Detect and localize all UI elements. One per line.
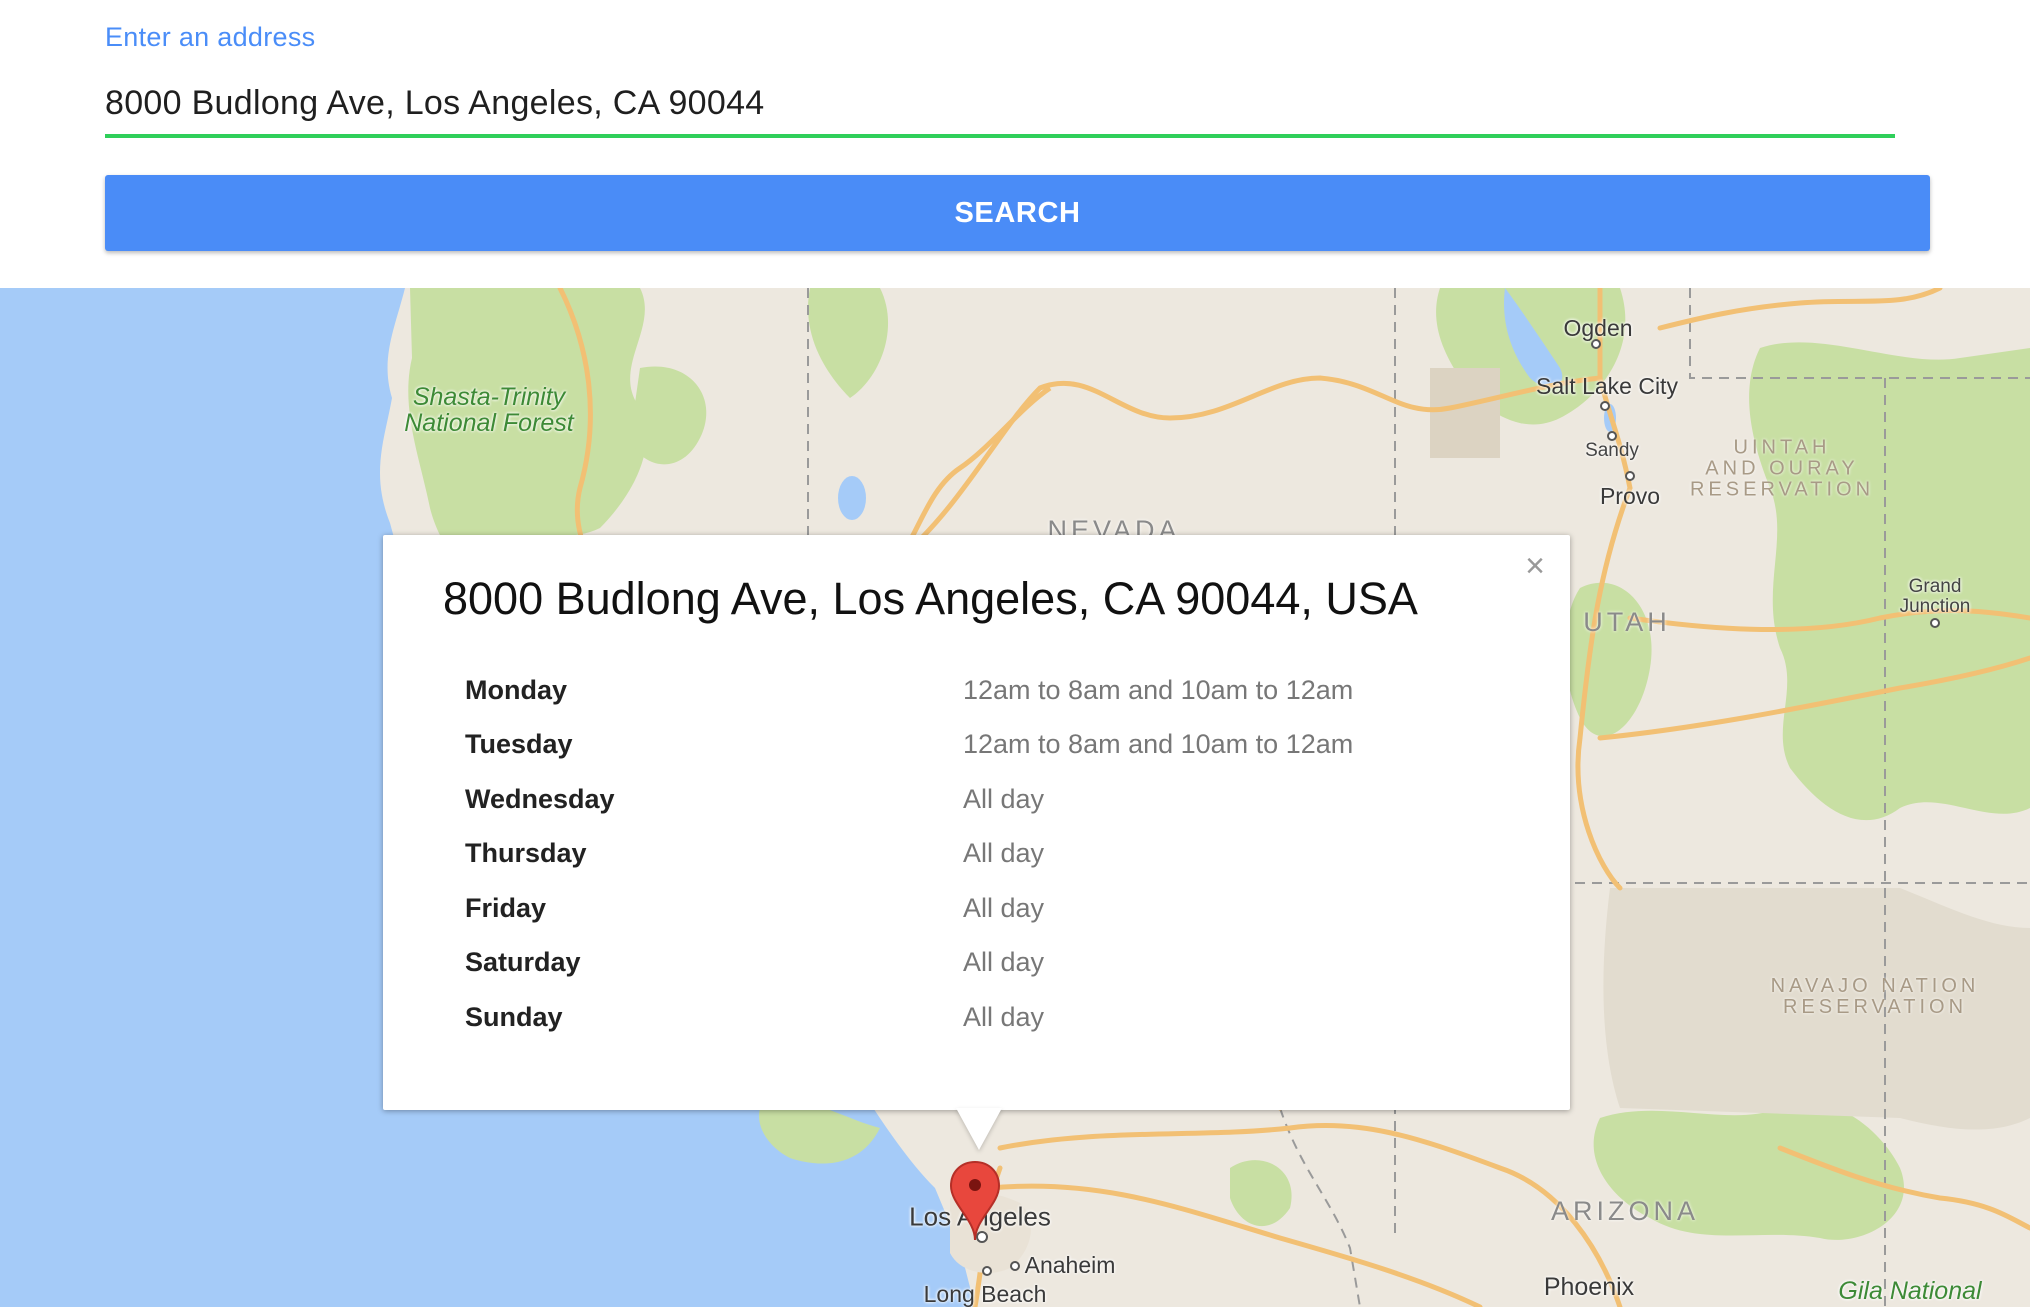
map-label-anaheim: Anaheim — [1024, 1251, 1116, 1278]
day-name: Friday — [465, 892, 547, 923]
city-dot-long-beach — [982, 1266, 992, 1276]
day-name: Saturday — [465, 947, 581, 978]
map-label-provo: Provo — [1599, 482, 1661, 509]
city-dot-ogden — [1591, 339, 1601, 349]
table-row: Saturday All day — [465, 936, 1353, 991]
info-window-tail — [956, 1108, 1002, 1150]
close-icon[interactable]: × — [1518, 549, 1552, 583]
highway — [997, 1122, 1623, 1307]
map-label-uintah: UINTAH AND OURAY RESERVATION — [1689, 436, 1875, 501]
info-window-title: 8000 Budlong Ave, Los Angeles, CA 90044,… — [443, 573, 1418, 624]
address-field-label: Enter an address — [105, 22, 316, 52]
map-pin-icon[interactable] — [949, 1160, 1001, 1242]
day-name: Tuesday — [465, 729, 573, 760]
city-dot-provo — [1625, 471, 1635, 481]
reservation-area — [1430, 368, 1500, 458]
address-input[interactable] — [105, 72, 1895, 134]
day-hours: All day — [963, 892, 1045, 923]
map-label-ogden: Ogden — [1563, 314, 1633, 341]
day-hours: 12am to 8am and 10am to 12am — [963, 674, 1354, 705]
table-row: Monday 12am to 8am and 10am to 12am — [465, 663, 1353, 718]
info-window: × 8000 Budlong Ave, Los Angeles, CA 9004… — [383, 535, 1570, 1110]
table-row: Friday All day — [465, 881, 1353, 936]
search-button[interactable]: SEARCH — [105, 175, 1930, 251]
city-dot-anaheim — [1010, 1261, 1020, 1271]
map-label-phoenix: Phoenix — [1543, 1272, 1635, 1301]
day-name: Sunday — [465, 1001, 563, 1032]
state-border — [1279, 1107, 1361, 1307]
opening-hours-table: Monday 12am to 8am and 10am to 12am Tues… — [465, 663, 1353, 1045]
day-hours: All day — [963, 838, 1045, 869]
city-dot-grand-junction — [1930, 618, 1940, 628]
map-label-gila: Gila National — [1838, 1276, 1982, 1305]
map-label-shasta-trinity: Shasta-Trinity National Forest — [404, 382, 574, 437]
forest-area — [1749, 342, 2030, 821]
day-hours: All day — [963, 783, 1045, 814]
lake — [838, 476, 866, 520]
map-label-grand-junction: Grand Junction — [1899, 576, 1971, 617]
day-hours: All day — [963, 947, 1045, 978]
app-page: Enter an address SEARCH — [0, 0, 2030, 1307]
map-label-long-beach: Long Beach — [923, 1280, 1047, 1307]
address-input-underline — [105, 134, 1895, 138]
forest-area — [630, 366, 707, 465]
day-name: Thursday — [465, 838, 587, 869]
city-dot-salt-lake-city — [1600, 401, 1610, 411]
map-label-sandy: Sandy — [1585, 440, 1639, 462]
table-row: Thursday All day — [465, 827, 1353, 882]
table-row: Sunday All day — [465, 990, 1353, 1045]
day-hours: All day — [963, 1001, 1045, 1032]
highway — [1657, 288, 1943, 331]
city-dot-sandy — [1607, 431, 1617, 441]
forest-area — [808, 288, 889, 398]
map-label-salt-lake-city: Salt Lake City — [1536, 372, 1678, 399]
table-row: Wednesday All day — [465, 772, 1353, 827]
forest-area — [1565, 582, 1652, 737]
day-name: Monday — [465, 674, 568, 705]
day-name: Wednesday — [465, 783, 615, 814]
map-label-navajo: NAVAJO NATION RESERVATION — [1770, 975, 1980, 1018]
map-label-utah: UTAH — [1583, 606, 1671, 637]
map-label-arizona: ARIZONA — [1550, 1195, 1700, 1226]
day-hours: 12am to 8am and 10am to 12am — [963, 729, 1354, 760]
table-row: Tuesday 12am to 8am and 10am to 12am — [465, 718, 1353, 773]
forest-area — [1230, 1160, 1292, 1227]
